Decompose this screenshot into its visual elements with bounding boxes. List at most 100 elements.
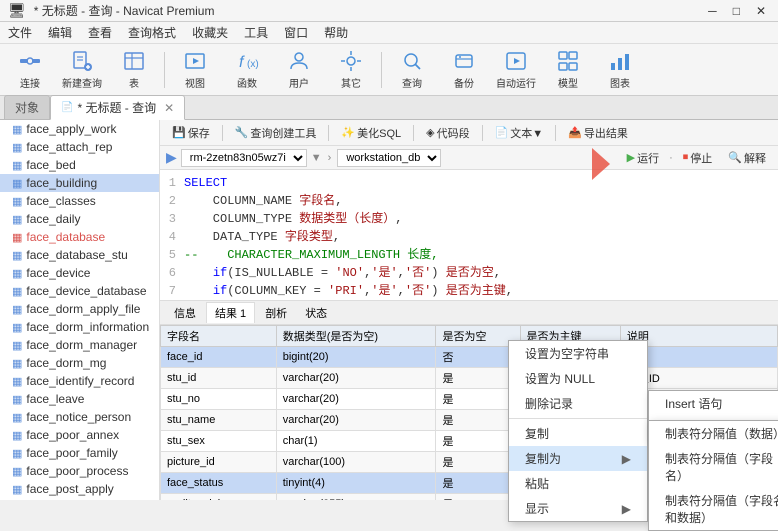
menu-tools[interactable]: 工具 xyxy=(236,22,276,43)
save-btn[interactable]: 💾 保存 xyxy=(166,124,216,142)
results-tabs: 信息 结果 1 剖析 状态 xyxy=(160,301,778,325)
sidebar-item-face-attach-rep[interactable]: ▦ face_attach_rep xyxy=(0,138,159,156)
ctx-tab-separated-field[interactable]: 制表符分隔值（字段名） xyxy=(649,446,778,488)
maximize-btn[interactable]: □ xyxy=(729,4,744,18)
text-mode-btn[interactable]: 📄 文本▼ xyxy=(489,124,550,142)
sidebar-item-face-poor-annex[interactable]: ▦ face_poor_annex xyxy=(0,426,159,444)
menu-view[interactable]: 查看 xyxy=(80,22,120,43)
results-tab-profiling[interactable]: 剖析 xyxy=(257,303,295,323)
explain-btn[interactable]: 🔍 解释 xyxy=(722,149,772,167)
ctx-tab-separated-both[interactable]: 制表符分隔值（字段名和数据） xyxy=(649,488,778,530)
ctx-insert-stmt[interactable]: Insert 语句 xyxy=(649,391,778,416)
cell-type: varchar(20) xyxy=(276,410,436,431)
sidebar-item-face-leave[interactable]: ▦ face_leave xyxy=(0,390,159,408)
editor-sep-2 xyxy=(328,125,329,141)
new-query-icon xyxy=(70,49,94,73)
chart-icon xyxy=(608,49,632,73)
sidebar-item-face-device-database[interactable]: ▦ face_device_database xyxy=(0,282,159,300)
ctx-copy-as[interactable]: 复制为 ▶ xyxy=(509,446,647,471)
sidebar-item-face-dorm-information[interactable]: ▦ face_dorm_information xyxy=(0,318,159,336)
menu-file[interactable]: 文件 xyxy=(0,22,40,43)
col-header-type: 数据类型(是否为空) xyxy=(276,326,436,347)
sidebar-item-face-database-stu[interactable]: ▦ face_database_stu xyxy=(0,246,159,264)
stop-btn[interactable]: ⏹ 停止 xyxy=(677,149,719,167)
sidebar-item-face-daily[interactable]: ▦ face_daily xyxy=(0,210,159,228)
sidebar-item-face-device[interactable]: ▦ face_device xyxy=(0,264,159,282)
close-btn[interactable]: ✕ xyxy=(752,4,770,18)
ctx-set-null[interactable]: 设置为 NULL xyxy=(509,366,647,391)
explain-icon: 🔍 xyxy=(728,151,742,164)
window-title: * 无标题 - 查询 - Navicat Premium xyxy=(34,2,704,19)
chart-btn[interactable]: 图表 xyxy=(596,48,644,92)
ctx-set-empty-string[interactable]: 设置为空字符串 xyxy=(509,341,647,366)
menu-query-format[interactable]: 查询格式 xyxy=(120,22,184,43)
autorun-icon xyxy=(504,49,528,73)
query-btn[interactable]: 查询 xyxy=(388,48,436,92)
sidebar-item-face-classes[interactable]: ▦ face_classes xyxy=(0,192,159,210)
user-btn[interactable]: 用户 xyxy=(275,48,323,92)
cell-field: face_id xyxy=(161,347,277,368)
svg-text:f: f xyxy=(239,54,245,71)
code-editor[interactable]: 12345 6789 SELECT COLUMN_NAME 字段名, COLUM… xyxy=(160,170,778,300)
sidebar-item-face-post-apply[interactable]: ▦ face_post_apply xyxy=(0,480,159,498)
sidebar-item-face-dorm-mg[interactable]: ▦ face_dorm_mg xyxy=(0,354,159,372)
minimize-btn[interactable]: ─ xyxy=(704,4,721,18)
table-row[interactable]: face_id bigint(20) 否 是 ID xyxy=(161,347,778,368)
menu-edit[interactable]: 编辑 xyxy=(40,22,80,43)
model-icon xyxy=(556,49,580,73)
model-btn[interactable]: 模型 xyxy=(544,48,592,92)
submenu-arrow-2-icon: ▶ xyxy=(622,502,631,516)
submenu-arrow-icon: ▶ xyxy=(622,452,631,466)
title-bar: 🖥 * 无标题 - 查询 - Navicat Premium ─ □ ✕ xyxy=(0,0,778,22)
sidebar-item-face-notice-person[interactable]: ▦ face_notice_person xyxy=(0,408,159,426)
table-small-icon: ▦ xyxy=(12,123,22,136)
function-btn[interactable]: f(x) 函数 xyxy=(223,48,271,92)
run-icon: ▶ xyxy=(627,151,635,164)
view-icon xyxy=(183,49,207,73)
connection-select[interactable]: rm-2zetn83n05wz7i xyxy=(181,149,307,167)
query-builder-icon: 🔧 xyxy=(235,126,249,139)
table-btn[interactable]: 表 xyxy=(110,48,158,92)
menu-favorites[interactable]: 收藏夹 xyxy=(184,22,236,43)
sidebar-item-face-apply-work[interactable]: ▦ face_apply_work xyxy=(0,120,159,138)
beautify-sql-btn[interactable]: ✨ 美化SQL xyxy=(335,124,407,142)
table-row[interactable]: stu_id varchar(20) 是 否 学生ID xyxy=(161,368,778,389)
sidebar-item-face-dorm-apply-file[interactable]: ▦ face_dorm_apply_file xyxy=(0,300,159,318)
other-btn[interactable]: 其它 xyxy=(327,48,375,92)
view-btn[interactable]: 视图 xyxy=(171,48,219,92)
view-label: 视图 xyxy=(185,75,205,90)
sidebar-item-face-bed[interactable]: ▦ face_bed xyxy=(0,156,159,174)
ctx-paste[interactable]: 粘贴 xyxy=(509,471,647,496)
code-content[interactable]: SELECT COLUMN_NAME 字段名, COLUMN_TYPE 数据类型… xyxy=(184,174,774,296)
sidebar-item-face-poor-family[interactable]: ▦ face_poor_family xyxy=(0,444,159,462)
table-small-icon: ▦ xyxy=(12,393,22,406)
sidebar-item-face-dorm-manager[interactable]: ▦ face_dorm_manager xyxy=(0,336,159,354)
close-tab-icon[interactable]: ✕ xyxy=(164,101,174,115)
database-select[interactable]: workstation_db xyxy=(337,149,441,167)
ctx-copy[interactable]: 复制 xyxy=(509,421,647,446)
table-small-icon: ▦ xyxy=(12,285,22,298)
new-query-btn[interactable]: 新建查询 xyxy=(58,48,106,92)
results-tab-result1[interactable]: 结果 1 xyxy=(206,302,255,323)
connect-btn[interactable]: 连接 xyxy=(6,48,54,92)
tab-object[interactable]: 对象 xyxy=(4,95,50,119)
run-btn[interactable]: ▶ 运行 xyxy=(621,149,665,167)
results-tab-status[interactable]: 状态 xyxy=(297,303,335,323)
ctx-delete-record[interactable]: 删除记录 xyxy=(509,391,647,416)
menu-window[interactable]: 窗口 xyxy=(276,22,316,43)
autorun-btn[interactable]: 自动运行 xyxy=(492,48,540,92)
table-small-icon: ▦ xyxy=(12,141,22,154)
export-results-btn[interactable]: 📤 导出结果 xyxy=(562,124,634,142)
sidebar-item-face-database[interactable]: ▦ face_database xyxy=(0,228,159,246)
ctx-tab-separated-data[interactable]: 制表符分隔值（数据） xyxy=(649,421,778,446)
backup-btn[interactable]: 备份 xyxy=(440,48,488,92)
query-builder-btn[interactable]: 🔧 查询创建工具 xyxy=(229,124,323,142)
results-tab-info[interactable]: 信息 xyxy=(166,303,204,323)
sidebar-item-face-identify-record[interactable]: ▦ face_identify_record xyxy=(0,372,159,390)
sidebar-item-face-poor-process[interactable]: ▦ face_poor_process xyxy=(0,462,159,480)
code-snippet-btn[interactable]: ◈ 代码段 xyxy=(420,124,475,142)
tab-query[interactable]: 📄 * 无标题 - 查询 ✕ xyxy=(50,95,185,120)
sidebar-item-face-building[interactable]: ▦ face_building xyxy=(0,174,159,192)
menu-help[interactable]: 帮助 xyxy=(316,22,356,43)
connect-label: 连接 xyxy=(20,75,40,90)
